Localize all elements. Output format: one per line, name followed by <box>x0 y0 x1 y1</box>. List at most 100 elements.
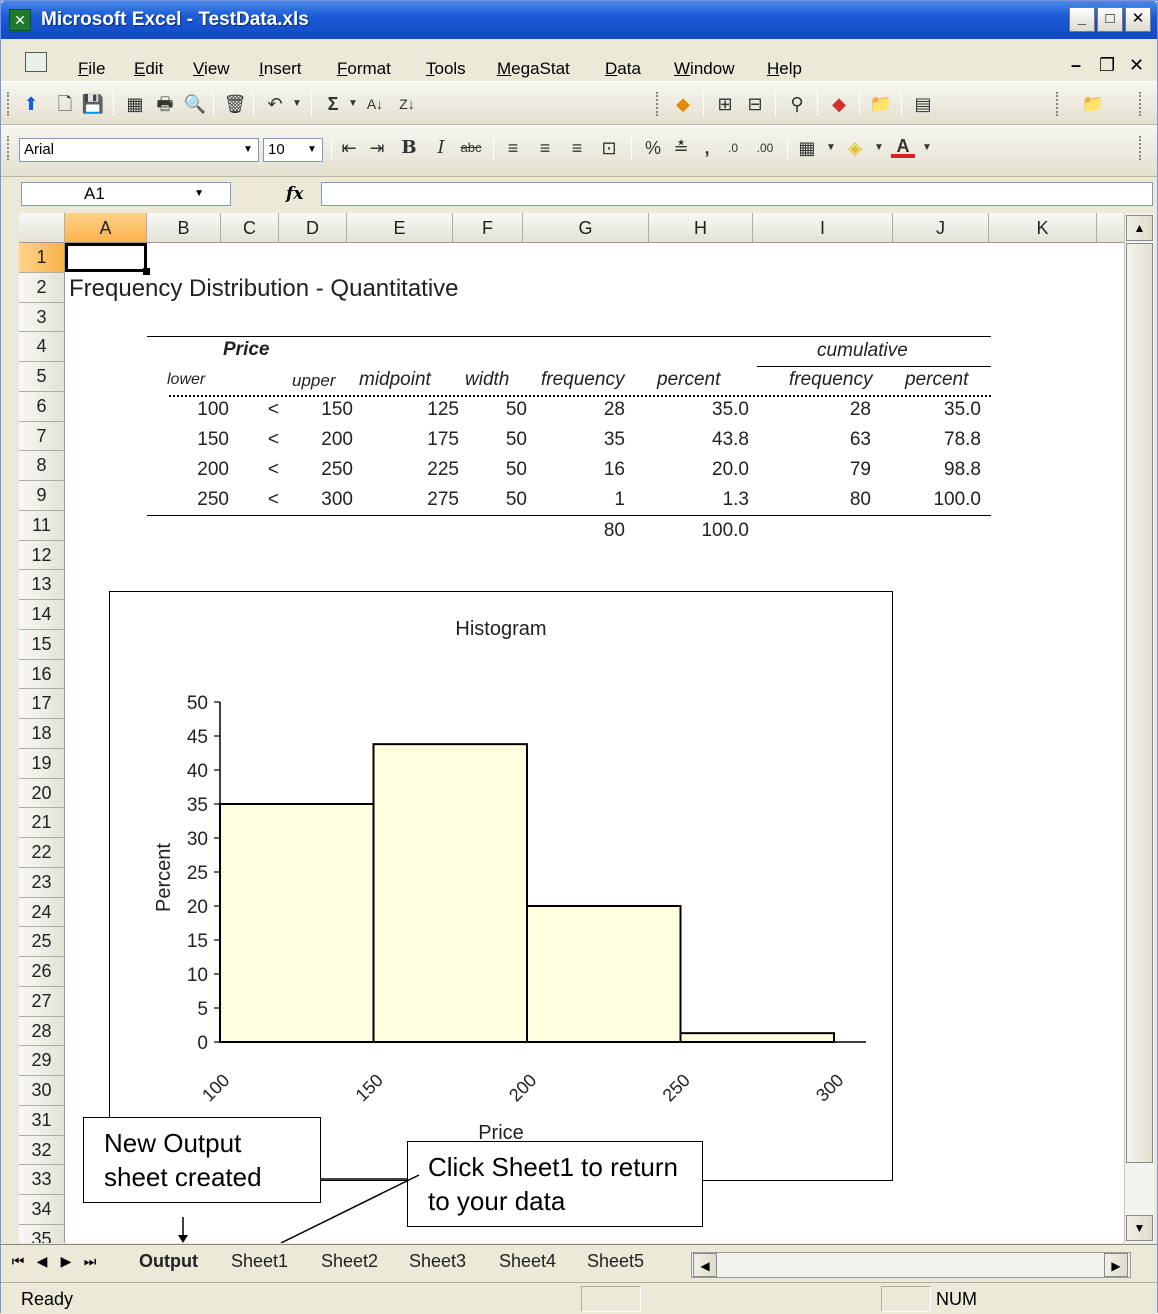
new-icon[interactable]: 🗋 <box>53 92 77 116</box>
menu-megastat[interactable]: MegaStat <box>497 59 570 79</box>
row-header[interactable]: 2 <box>19 272 65 303</box>
align-left-icon[interactable]: ≡ <box>501 136 525 160</box>
name-box[interactable]: A1 ▼ <box>21 182 231 206</box>
doc-close-button[interactable]: ✕ <box>1129 55 1144 76</box>
save-icon[interactable]: 💾 <box>81 92 105 116</box>
toolbar-grip[interactable] <box>7 92 11 116</box>
row-header[interactable]: 23 <box>19 867 65 898</box>
sort-descending-icon[interactable]: Z↓ <box>395 92 419 116</box>
fill-color-icon[interactable]: ◈ <box>843 136 867 160</box>
chart-wizard-icon[interactable]: ⚲ <box>785 92 809 116</box>
increase-decimal-icon[interactable]: .0 <box>721 136 745 160</box>
insert-function-icon[interactable]: fx <box>286 184 303 204</box>
sort-ascending-icon[interactable]: A↓ <box>363 92 387 116</box>
row-header[interactable]: 22 <box>19 838 65 868</box>
next-sheet-icon[interactable]: ▶ <box>55 1253 77 1270</box>
row-header[interactable]: 24 <box>19 897 65 928</box>
scroll-up-button[interactable]: ▲ <box>1126 215 1153 241</box>
comma-style-icon[interactable]: , <box>695 136 719 160</box>
decrease-decimal-icon[interactable]: .00 <box>753 136 777 160</box>
column-header-g[interactable]: G <box>523 213 649 243</box>
row-header[interactable]: 31 <box>19 1105 65 1136</box>
column-header-f[interactable]: F <box>453 213 523 243</box>
borders-icon[interactable]: ▦ <box>795 136 819 160</box>
font-color-dropdown-icon[interactable]: ▼ <box>915 136 939 160</box>
doc-minimize-button[interactable]: – <box>1071 55 1081 76</box>
align-right-icon[interactable]: ≡ <box>565 136 589 160</box>
vertical-scrollbar[interactable]: ▲ ▼ <box>1124 213 1154 1243</box>
column-header-k[interactable]: K <box>989 213 1097 243</box>
percent-style-icon[interactable]: % <box>641 136 665 160</box>
tab-sheet1[interactable]: Sheet1 <box>231 1251 288 1272</box>
autosum-dropdown-icon[interactable]: ▼ <box>341 92 365 116</box>
row-header[interactable]: 20 <box>19 778 65 809</box>
doc-restore-button[interactable]: ❐ <box>1099 55 1115 76</box>
permission-icon[interactable]: ▦ <box>123 92 147 116</box>
row-header[interactable]: 18 <box>19 719 65 749</box>
tab-sheet3[interactable]: Sheet3 <box>409 1251 466 1272</box>
row-header[interactable]: 35 <box>19 1224 65 1243</box>
toolbar-grip[interactable] <box>1056 92 1060 116</box>
toolbar-grip[interactable] <box>656 92 660 116</box>
insert-rows-icon[interactable]: ⊞ <box>713 92 737 116</box>
tab-sheet5[interactable]: Sheet5 <box>587 1251 644 1272</box>
align-center-icon[interactable]: ≡ <box>533 136 557 160</box>
scroll-right-button[interactable]: ▶ <box>1104 1253 1128 1277</box>
row-header[interactable]: 1 <box>19 243 65 273</box>
row-header[interactable]: 17 <box>19 689 65 719</box>
row-header[interactable]: 27 <box>19 986 65 1017</box>
row-header[interactable]: 26 <box>19 957 65 987</box>
font-size-select[interactable]: 10 ▼ <box>263 138 323 162</box>
strikethrough-icon[interactable]: abc <box>459 136 483 160</box>
row-header[interactable]: 7 <box>19 421 65 452</box>
column-header-a[interactable]: A <box>65 213 147 243</box>
select-all-corner[interactable] <box>19 213 65 243</box>
megastat-icon[interactable]: ◆ <box>827 92 851 116</box>
font-name-select[interactable]: Arial ▼ <box>19 138 259 162</box>
prev-sheet-icon[interactable]: ◀ <box>31 1253 53 1270</box>
menu-data[interactable]: Data <box>605 59 641 79</box>
tab-sheet4[interactable]: Sheet4 <box>499 1251 556 1272</box>
euro-icon[interactable]: ≛ <box>669 136 693 160</box>
insert-columns-icon[interactable]: ⊟ <box>743 92 767 116</box>
column-header-c[interactable]: C <box>221 213 279 243</box>
row-header[interactable]: 19 <box>19 748 65 779</box>
up-arrow-icon[interactable]: ⬆ <box>19 92 43 116</box>
first-sheet-icon[interactable]: ⏮ <box>7 1253 29 1270</box>
options-icon[interactable]: ▤ <box>911 92 935 116</box>
menu-view[interactable]: View <box>193 59 230 79</box>
font-color-icon[interactable]: A <box>891 136 915 158</box>
menu-help[interactable]: Help <box>767 59 802 79</box>
print-preview-icon[interactable]: 🔍 <box>183 92 207 116</box>
minimize-button[interactable]: _ <box>1069 7 1095 32</box>
fill-color-dropdown-icon[interactable]: ▼ <box>867 136 891 160</box>
toolbar-grip[interactable] <box>1139 92 1143 116</box>
column-header-next[interactable] <box>1097 213 1124 243</box>
row-header[interactable]: 4 <box>19 332 65 362</box>
row-header[interactable]: 25 <box>19 927 65 957</box>
excel-app-icon[interactable]: ✕ <box>9 9 31 31</box>
row-header[interactable]: 3 <box>19 302 65 333</box>
horizontal-scrollbar[interactable]: ◀ ▶ <box>691 1252 1131 1278</box>
formula-input[interactable] <box>321 182 1153 206</box>
scroll-thumb[interactable] <box>1126 243 1153 1163</box>
last-sheet-icon[interactable]: ⏭ <box>79 1253 101 1270</box>
column-header-i[interactable]: I <box>753 213 893 243</box>
workbook-icon[interactable] <box>25 52 47 72</box>
folder-icon[interactable]: 📁 <box>869 92 893 116</box>
research-icon[interactable]: ◆ <box>671 92 695 116</box>
row-header[interactable]: 30 <box>19 1076 65 1106</box>
borders-dropdown-icon[interactable]: ▼ <box>819 136 843 160</box>
histogram-chart[interactable]: Histogram 0 5 10 15 20 25 30 35 40 45 50 100 150 200 2… <box>109 591 893 1181</box>
close-button[interactable]: ✕ <box>1125 7 1151 32</box>
row-header[interactable]: 5 <box>19 362 65 392</box>
row-header[interactable]: 32 <box>19 1135 65 1166</box>
tab-output[interactable]: Output <box>139 1251 198 1272</box>
toolbar-grip[interactable] <box>7 136 11 160</box>
print-icon[interactable]: 🖶 <box>153 92 177 116</box>
chevron-down-icon[interactable]: ▼ <box>194 183 204 205</box>
undo-icon[interactable]: ↶ <box>263 92 287 116</box>
menu-insert[interactable]: Insert <box>259 59 302 79</box>
italic-icon[interactable]: I <box>429 136 453 160</box>
menu-edit[interactable]: Edit <box>134 59 163 79</box>
